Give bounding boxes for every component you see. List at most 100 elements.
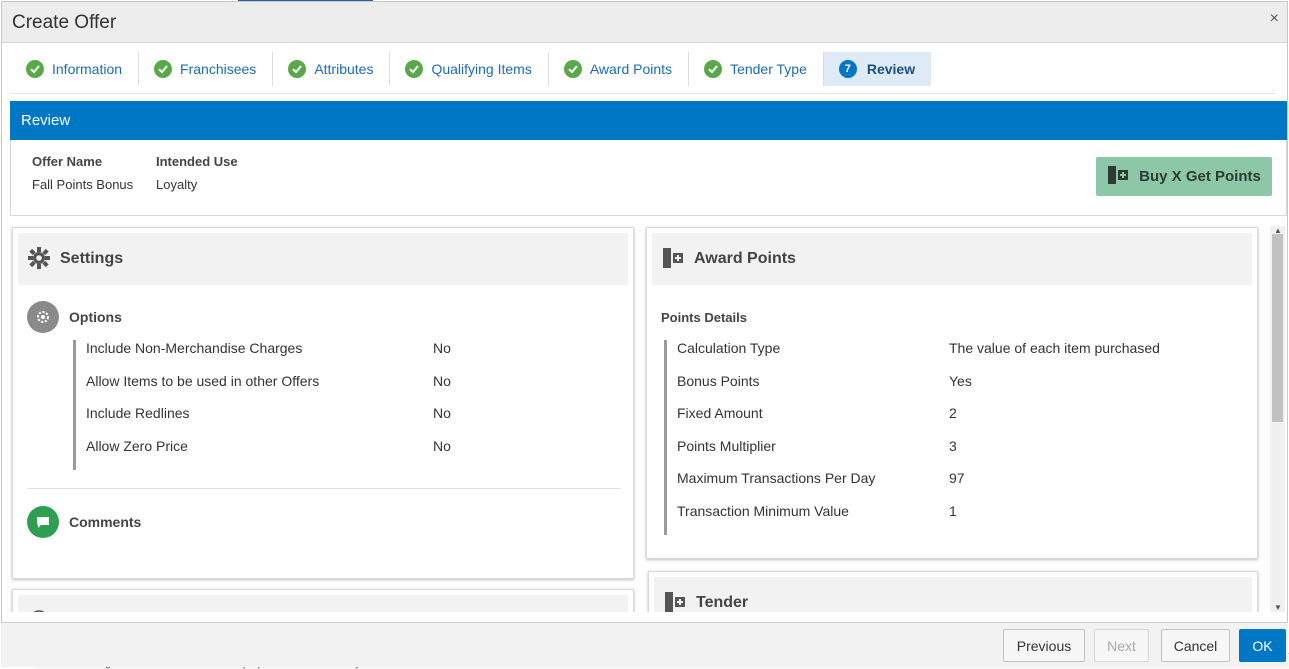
train-step-information[interactable]: Information <box>10 52 138 86</box>
offer-name-value: Fall Points Bonus <box>32 177 134 192</box>
train-step-label: Franchisees <box>180 61 257 77</box>
dialog-footer: Previous Next Cancel OK <box>1 622 1288 667</box>
offer-type-button[interactable]: Buy X Get Points <box>1096 157 1272 196</box>
detail-label: Calculation Type <box>677 340 781 356</box>
detail-row: Fixed Amount 2 <box>667 405 1244 438</box>
section-divider <box>27 488 621 489</box>
detail-row: Bonus Points Yes <box>667 373 1244 406</box>
award-points-card-header: Award Points <box>652 233 1252 285</box>
option-value: No <box>433 437 451 454</box>
option-label: Allow Items to be used in other Offers <box>86 372 320 389</box>
ok-button[interactable]: OK <box>1239 629 1286 662</box>
scroll-down-arrow-icon[interactable]: ▼ <box>1274 603 1282 612</box>
points-card-icon <box>1107 165 1129 189</box>
detail-row: Transaction Minimum Value 1 <box>667 503 1244 536</box>
settings-card-title: Settings <box>60 250 124 267</box>
offer-name-field: Offer Name Fall Points Bonus <box>32 154 133 192</box>
options-section-header: Options <box>27 301 122 333</box>
detail-row: Points Multiplier 3 <box>667 438 1244 471</box>
option-label: Include Non-Merchandise Charges <box>86 340 303 356</box>
options-gear-icon <box>27 301 59 333</box>
review-header-title: Review <box>21 112 71 129</box>
check-icon <box>563 60 582 78</box>
detail-value: 2 <box>949 405 957 421</box>
option-value: No <box>433 405 451 421</box>
info-circle-icon <box>28 609 50 612</box>
award-points-card: Award Points Points Details Calculation … <box>646 227 1258 559</box>
detail-value: 3 <box>949 437 957 454</box>
review-header-bar: Review <box>10 101 1287 140</box>
offer-type-label: Buy X Get Points <box>1139 168 1261 185</box>
option-row: Include Redlines No <box>76 405 613 438</box>
detail-label: Bonus Points <box>677 372 760 389</box>
train-step-franchisees[interactable]: Franchisees <box>138 52 272 86</box>
settings-card: Settings Options Include Non-Merchandise… <box>12 227 634 579</box>
train-step-award-points[interactable]: Award Points <box>547 52 688 86</box>
detail-row: Maximum Transactions Per Day 97 <box>667 470 1244 503</box>
next-button[interactable]: Next <box>1094 629 1149 662</box>
train-step-label: Award Points <box>589 61 673 77</box>
points-details-list: Calculation Type The value of each item … <box>664 340 1244 535</box>
award-points-card-title: Award Points <box>694 250 796 267</box>
intended-use-label: Intended Use <box>156 154 238 169</box>
detail-value: 1 <box>949 502 957 519</box>
dialog-header: Create Offer × <box>2 2 1287 43</box>
offer-name-label: Offer Name <box>32 154 103 169</box>
next-card-partial <box>12 589 634 612</box>
gear-icon <box>28 246 50 272</box>
tender-card-header: Tender <box>654 577 1252 612</box>
train-divider <box>10 93 1275 94</box>
check-icon <box>26 60 44 78</box>
check-icon <box>288 60 307 78</box>
option-value: No <box>433 340 451 356</box>
detail-label: Points Multiplier <box>677 437 776 454</box>
tender-card: Tender <box>648 571 1258 612</box>
train-step-qualifying-items[interactable]: Qualifying Items <box>389 52 547 86</box>
review-scroll-area[interactable]: Settings Options Include Non-Merchandise… <box>10 225 1285 612</box>
detail-value: Yes <box>949 372 972 389</box>
intended-use-field: Intended Use Loyalty <box>156 154 238 192</box>
detail-label: Maximum Transactions Per Day <box>677 470 876 486</box>
points-card-icon <box>662 247 684 272</box>
option-label: Include Redlines <box>86 405 190 421</box>
comments-title: Comments <box>69 514 142 530</box>
dialog-title: Create Offer <box>12 12 117 33</box>
close-icon[interactable]: × <box>1270 10 1279 28</box>
settings-card-header: Settings <box>18 233 628 285</box>
vertical-scrollbar[interactable]: ▲ ▼ <box>1270 226 1285 612</box>
option-row: Allow Items to be used in other Offers N… <box>76 373 613 406</box>
detail-row: Calculation Type The value of each item … <box>667 340 1244 373</box>
previous-button[interactable]: Previous <box>1003 629 1085 662</box>
check-icon <box>405 60 424 78</box>
detail-value: 97 <box>949 470 965 486</box>
option-value: No <box>433 372 451 389</box>
detail-label: Transaction Minimum Value <box>677 502 849 519</box>
train-step-review[interactable]: 7 Review <box>822 52 932 86</box>
points-details-header: Points Details <box>661 310 747 325</box>
options-title: Options <box>69 309 122 325</box>
scrollbar-thumb[interactable] <box>1272 234 1283 422</box>
comment-bubble-icon <box>27 506 59 538</box>
option-label: Allow Zero Price <box>86 437 188 454</box>
options-list: Include Non-Merchandise Charges No Allow… <box>73 340 613 470</box>
option-row: Allow Zero Price No <box>76 438 613 471</box>
detail-label: Fixed Amount <box>677 405 763 421</box>
check-icon <box>704 60 723 78</box>
train-step-attributes[interactable]: Attributes <box>272 52 389 86</box>
comments-section-header: Comments <box>27 506 141 538</box>
intended-use-value: Loyalty <box>156 177 198 192</box>
cancel-button[interactable]: Cancel <box>1161 629 1230 662</box>
train-step-label: Review <box>866 61 916 77</box>
points-card-icon <box>664 591 686 613</box>
train-step-label: Qualifying Items <box>431 61 532 77</box>
option-row: Include Non-Merchandise Charges No <box>76 340 613 373</box>
tender-card-title: Tender <box>696 594 749 611</box>
step-number-badge: 7 <box>838 60 857 78</box>
offer-summary: Offer Name Fall Points Bonus Intended Us… <box>10 140 1287 216</box>
wizard-train: Information Franchisees Attributes Quali… <box>10 52 932 86</box>
points-details-title: Points Details <box>661 310 747 325</box>
train-step-label: Attributes <box>314 61 374 77</box>
train-step-label: Information <box>52 61 123 77</box>
train-step-tender-type[interactable]: Tender Type <box>688 52 823 86</box>
next-card-header <box>18 595 628 612</box>
